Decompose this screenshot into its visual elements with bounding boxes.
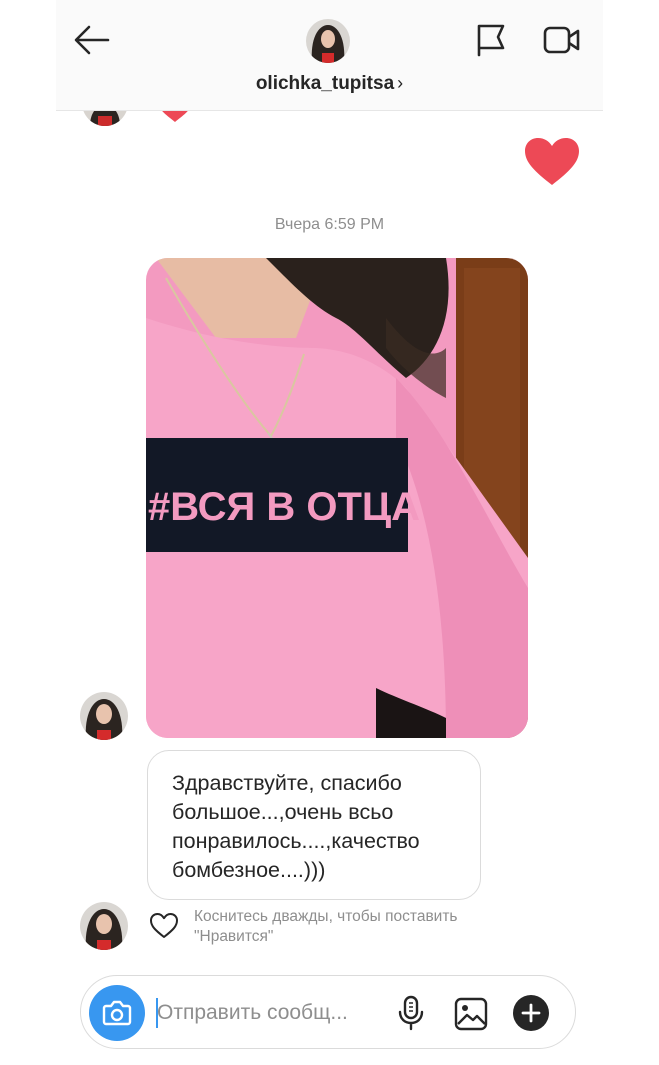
- chevron-right-icon: ›: [397, 73, 404, 93]
- message-bubble[interactable]: Здравствуйте, спасибо большое...,очень в…: [147, 750, 481, 900]
- thread-header: olichka_tupitsa ›: [56, 0, 603, 111]
- right-margin: [603, 0, 659, 1065]
- shirt-print-text: #ВСЯ В ОТЦА: [148, 485, 420, 529]
- video-camera-icon[interactable]: [542, 22, 582, 58]
- double-tap-like-hint: Коснитесь дважды, чтобы поставить "Нрави…: [194, 907, 534, 947]
- username-link[interactable]: olichka_tupitsa ›: [56, 73, 603, 95]
- flag-icon[interactable]: [474, 22, 508, 58]
- like-hint-line: Коснитесь дважды, чтобы поставить: [194, 908, 458, 925]
- sender-avatar[interactable]: [80, 902, 128, 950]
- gallery-icon[interactable]: [453, 996, 489, 1032]
- message-composer: [80, 975, 576, 1049]
- message-line: бомбезное....))): [172, 858, 326, 882]
- message-timestamp: Вчера 6:59 PM: [274, 216, 385, 233]
- message-line: большое...,очень всьо: [172, 800, 394, 824]
- plus-icon[interactable]: [513, 995, 549, 1031]
- camera-icon: [102, 1000, 132, 1026]
- message-line: Здравствуйте, спасибо: [172, 771, 402, 795]
- heart-outline-icon[interactable]: [149, 912, 179, 940]
- message-input[interactable]: [157, 994, 377, 1032]
- direct-thread-screen: olichka_tupitsa › Вчера 6:59 PM #ВСЯ В О…: [56, 0, 603, 1065]
- left-margin: [0, 0, 56, 1065]
- back-arrow-icon[interactable]: [72, 22, 112, 58]
- like-hint-line: "Нравится": [194, 928, 274, 945]
- photo-message[interactable]: #ВСЯ В ОТЦА: [146, 258, 528, 738]
- camera-button[interactable]: [89, 985, 145, 1041]
- message-line: понравилось....,качество: [172, 829, 420, 853]
- sender-avatar[interactable]: [80, 692, 128, 740]
- username: olichka_tupitsa: [255, 73, 395, 94]
- microphone-icon[interactable]: [397, 994, 425, 1032]
- heart-reaction-icon: [524, 137, 580, 192]
- header-avatar[interactable]: [306, 19, 350, 63]
